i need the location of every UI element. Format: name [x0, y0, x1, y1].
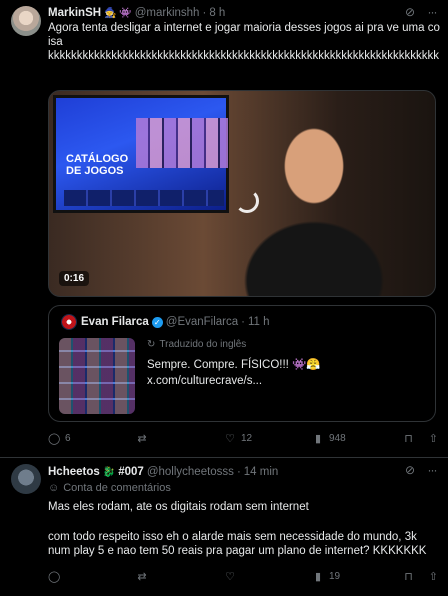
verified-badge-icon: ✓ — [151, 316, 163, 328]
tweet-text-line: Agora tenta desligar a internet e jogar … — [48, 22, 440, 48]
more-options-icon[interactable]: ··· — [424, 462, 440, 478]
quote-timestamp[interactable]: 11 h — [248, 316, 270, 328]
author-handle[interactable]: @markinshh — [135, 7, 200, 19]
tweet-text-line: kkkkkkkkkkkkkkkkkkkkkkkkkkkkkkkkkkkkkkkk… — [48, 50, 439, 62]
tweet-text-line: num play 5 e nao tem 50 reais pra pagar … — [48, 545, 427, 557]
tweet-text-line: Mas eles rodam, ate os digitais rodam se… — [48, 501, 309, 513]
quote-text: Sempre. Compre. FÍSICO!!! 👾😤 x.com/cultu… — [147, 357, 321, 389]
community-text: Conta de comentários — [63, 482, 171, 494]
views-count: 19 — [329, 570, 341, 582]
like-count: 12 — [241, 432, 253, 444]
views-button[interactable]: ▮ 948 — [312, 432, 400, 445]
share-icon[interactable]: ⇧ — [429, 432, 438, 445]
author-name[interactable]: Hcheetos — [48, 466, 100, 478]
translated-label: ↻ Traduzido do inglês — [147, 339, 246, 350]
heart-icon: ♡ — [225, 570, 235, 583]
retweet-button[interactable]: ⇄ — [136, 432, 224, 445]
separator-dot: · — [236, 466, 241, 478]
loading-spinner-icon — [235, 189, 259, 213]
retweet-icon: ⇄ — [137, 570, 147, 583]
author-tag: #007 — [118, 466, 144, 478]
tv-screen-title: CATÁLOGO DE JOGOS — [66, 153, 129, 177]
translate-icon: ↻ — [147, 339, 156, 350]
separator-dot: · — [241, 316, 246, 328]
reply-button[interactable]: ◯ 6 — [48, 432, 136, 445]
bookmark-icon[interactable]: ⊓ — [404, 570, 413, 583]
share-icon[interactable]: ⇧ — [429, 570, 438, 583]
translated-text: Traduzido do inglês — [159, 339, 247, 350]
quote-link[interactable]: x.com/culturecrave/s... — [147, 373, 321, 389]
reply-button[interactable]: ◯ — [48, 570, 136, 583]
community-label: ☺ Conta de comentários — [48, 482, 171, 494]
tweet-text-line: com todo respeito isso eh o alarde mais … — [48, 531, 417, 543]
like-button[interactable]: ♡ — [224, 570, 312, 583]
views-button[interactable]: ▮ 19 — [312, 570, 400, 583]
author-name[interactable]: MarkinSH — [48, 7, 101, 19]
heart-icon: ♡ — [225, 432, 235, 445]
quote-author-name[interactable]: Evan Filarca — [81, 316, 149, 328]
reply-icon: ◯ — [48, 432, 61, 445]
person-image — [199, 111, 429, 296]
author-emojis: 🐉 — [102, 466, 116, 478]
action-bar-right: ⊓ ⇧ — [404, 570, 438, 583]
quoted-tweet[interactable]: Evan Filarca ✓ @EvanFilarca · 11 h ↻ Tra… — [48, 305, 436, 422]
action-bar: ◯ ⇄ ♡ ▮ 19 ⊓ ⇧ — [48, 568, 438, 584]
views-count: 948 — [329, 432, 346, 444]
author-emojis: 🧙 👾 — [104, 7, 132, 19]
quote-avatar[interactable] — [61, 314, 77, 330]
tweet-text: Agora tenta desligar a internet e jogar … — [48, 21, 440, 63]
author-handle[interactable]: @hollycheetosss — [147, 466, 234, 478]
quote-thumbnail-image[interactable] — [59, 338, 135, 414]
reply-count: 6 — [65, 432, 71, 444]
quote-header: Evan Filarca ✓ @EvanFilarca · 11 h — [81, 314, 270, 330]
avatar[interactable] — [11, 464, 41, 494]
tweet-header: Hcheetos 🐉 #007 @hollycheetosss · 14 min — [48, 464, 438, 480]
grok-icon[interactable]: ⊘ — [402, 462, 418, 478]
retweet-button[interactable]: ⇄ — [136, 570, 224, 583]
tweet-hcheetos[interactable]: Hcheetos 🐉 #007 @hollycheetosss · 14 min… — [0, 458, 448, 596]
timestamp[interactable]: 14 min — [244, 466, 279, 478]
avatar[interactable] — [11, 6, 41, 36]
action-bar: ◯ 6 ⇄ ♡ 12 ▮ 948 ⊓ ⇧ — [48, 430, 438, 446]
quote-author-handle[interactable]: @EvanFilarca — [166, 316, 238, 328]
like-button[interactable]: ♡ 12 — [224, 432, 312, 445]
retweet-icon: ⇄ — [137, 432, 147, 445]
video-player[interactable]: CATÁLOGO DE JOGOS 0:16 — [48, 90, 436, 297]
tweet-header: MarkinSH 🧙 👾 @markinshh · 8 h — [48, 5, 438, 21]
quote-text-line: Sempre. Compre. FÍSICO!!! 👾😤 — [147, 359, 321, 371]
action-bar-right: ⊓ ⇧ — [404, 432, 438, 445]
reply-icon: ◯ — [48, 570, 61, 583]
separator-dot: · — [202, 7, 207, 19]
grok-icon[interactable]: ⊘ — [402, 4, 418, 20]
views-chart-icon: ▮ — [314, 432, 322, 445]
video-duration: 0:16 — [59, 271, 90, 286]
tweet-markinsh[interactable]: MarkinSH 🧙 👾 @markinshh · 8 h ⊘ ··· Agor… — [0, 0, 448, 458]
community-icon: ☺ — [48, 482, 60, 494]
more-options-icon[interactable]: ··· — [424, 4, 440, 20]
bookmark-icon[interactable]: ⊓ — [404, 432, 413, 445]
views-chart-icon: ▮ — [314, 570, 322, 583]
timestamp[interactable]: 8 h — [209, 7, 225, 19]
